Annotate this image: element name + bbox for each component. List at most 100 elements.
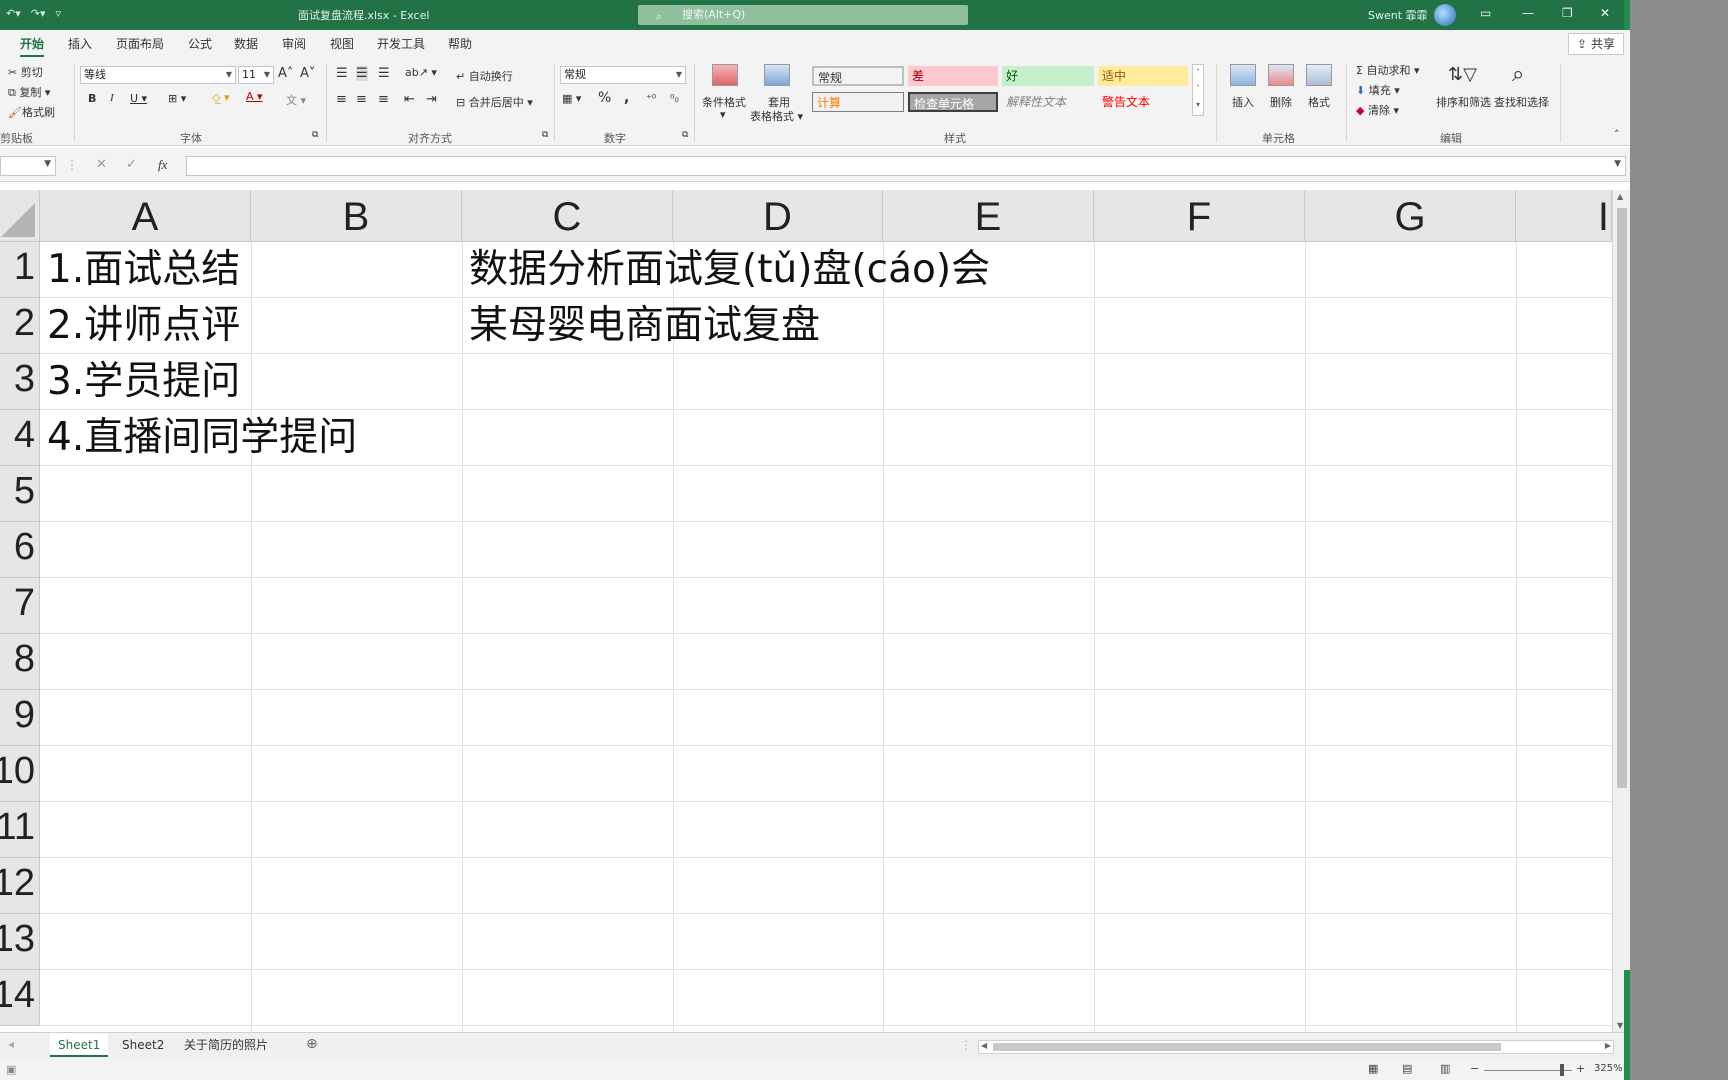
style-warning[interactable]: 警告文本: [1098, 92, 1188, 112]
column-header-i[interactable]: I: [1516, 190, 1612, 242]
column-header-e[interactable]: E: [883, 190, 1094, 242]
cell-a2[interactable]: 2.讲师点评: [40, 301, 240, 351]
scroll-right-icon[interactable]: ▶: [1605, 1041, 1611, 1050]
orientation-icon[interactable]: ab↗ ▾: [405, 66, 437, 79]
row-header-13[interactable]: 13: [0, 914, 40, 970]
merge-center-button[interactable]: ⊟ 合并后居中 ▾: [456, 94, 533, 110]
avatar[interactable]: [1434, 4, 1456, 26]
insert-function-button[interactable]: fx: [158, 157, 167, 173]
column-header-a[interactable]: A: [40, 190, 251, 242]
increase-indent-icon[interactable]: ⇥: [426, 92, 437, 107]
accounting-format-icon[interactable]: ▦ ▾: [562, 92, 581, 105]
worksheet-grid[interactable]: A B C D E F G I 1 2 3 4 5 6 7 8 9 10 11 …: [0, 190, 1612, 1032]
font-color-icon[interactable]: A ▾: [246, 90, 263, 103]
name-box[interactable]: ▼: [0, 156, 56, 176]
increase-decimal-icon[interactable]: ⁺⁰: [646, 92, 656, 105]
style-calculation[interactable]: 计算: [812, 92, 904, 112]
row-header-8[interactable]: 8: [0, 634, 40, 690]
italic-button[interactable]: I: [110, 92, 114, 104]
format-painter-button[interactable]: 🖌格式刷: [8, 104, 55, 120]
style-normal[interactable]: 常规: [812, 66, 904, 86]
style-good[interactable]: 好: [1002, 66, 1094, 86]
zoom-in-icon[interactable]: +: [1576, 1062, 1585, 1075]
ribbon-display-icon[interactable]: ▭: [1480, 6, 1491, 20]
find-icon[interactable]: ⌕: [1512, 62, 1524, 87]
row-header-7[interactable]: 7: [0, 578, 40, 634]
tab-help[interactable]: 帮助: [448, 35, 472, 52]
tab-view[interactable]: 视图: [330, 35, 354, 52]
cell-a1[interactable]: 1.面试总结: [40, 245, 240, 295]
row-header-6[interactable]: 6: [0, 522, 40, 578]
phonetic-icon[interactable]: 文 ▾: [286, 92, 306, 108]
column-header-b[interactable]: B: [251, 190, 462, 242]
align-top-icon[interactable]: ☰: [336, 66, 348, 81]
format-cells-button[interactable]: 格式: [1308, 94, 1330, 110]
cell-c2[interactable]: 某母婴电商面试复盘: [462, 301, 820, 351]
column-header-f[interactable]: F: [1094, 190, 1305, 242]
align-middle-icon[interactable]: ☰: [356, 66, 368, 81]
customize-qa-icon[interactable]: ▿: [56, 7, 62, 20]
align-bottom-icon[interactable]: ☰: [378, 66, 390, 81]
cell-c1[interactable]: 数据分析面试复(tǔ)盘(cáo)会: [462, 245, 990, 295]
cut-button[interactable]: ✂ 剪切: [8, 64, 43, 80]
tab-developer[interactable]: 开发工具: [377, 35, 425, 52]
align-right-icon[interactable]: ≡: [378, 92, 389, 107]
normal-view-icon[interactable]: ▦: [1368, 1062, 1378, 1075]
row-header-2[interactable]: 2: [0, 298, 40, 354]
row-header-10[interactable]: 10: [0, 746, 40, 802]
cancel-icon[interactable]: ✕: [96, 157, 107, 172]
style-neutral[interactable]: 适中: [1098, 66, 1188, 86]
conditional-format-icon[interactable]: [712, 64, 738, 86]
underline-button[interactable]: U ▾: [130, 92, 147, 105]
column-header-d[interactable]: D: [673, 190, 883, 242]
sheet-tab-3[interactable]: 关于简历的照片: [176, 1033, 276, 1057]
comma-style-icon[interactable]: ,: [624, 90, 629, 106]
tab-review[interactable]: 审阅: [282, 35, 306, 52]
row-header-3[interactable]: 3: [0, 354, 40, 410]
redo-icon[interactable]: ↷▾: [31, 7, 46, 20]
close-icon[interactable]: ✕: [1600, 6, 1610, 20]
tab-insert[interactable]: 插入: [68, 35, 92, 52]
fill-button[interactable]: ⬇ 填充 ▾: [1356, 82, 1400, 98]
select-all-button[interactable]: [0, 190, 40, 242]
increase-font-icon[interactable]: A˄: [278, 66, 293, 81]
bold-button[interactable]: B: [88, 92, 96, 105]
cell-a4[interactable]: 4.直播间同学提问: [40, 413, 357, 463]
dialog-launcher-icon[interactable]: ⧉: [312, 130, 318, 140]
row-header-1[interactable]: 1: [0, 242, 40, 298]
page-layout-view-icon[interactable]: ▤: [1402, 1062, 1412, 1075]
page-break-view-icon[interactable]: ▥: [1440, 1062, 1450, 1075]
autosum-button[interactable]: Σ 自动求和 ▾: [1356, 62, 1419, 78]
delete-cells-icon[interactable]: [1268, 64, 1294, 86]
align-left-icon[interactable]: ≡: [336, 92, 347, 107]
format-cells-icon[interactable]: [1306, 64, 1332, 86]
tab-data[interactable]: 数据: [234, 35, 258, 52]
collapse-ribbon-icon[interactable]: ˄: [1614, 128, 1620, 141]
column-header-c[interactable]: C: [462, 190, 673, 242]
column-header-g[interactable]: G: [1305, 190, 1516, 242]
align-center-icon[interactable]: ≡: [356, 92, 367, 107]
font-size-select[interactable]: 11 ▼: [238, 66, 274, 84]
number-format-select[interactable]: 常规 ▼: [560, 66, 686, 84]
minimize-icon[interactable]: —: [1522, 6, 1534, 20]
table-format-button[interactable]: 表格格式 ▾: [750, 108, 803, 124]
macro-record-icon[interactable]: ▣: [6, 1063, 16, 1076]
insert-cells-button[interactable]: 插入: [1232, 94, 1254, 110]
scroll-left-icon[interactable]: ◀: [981, 1041, 987, 1050]
sort-filter-icon[interactable]: ⇅▽: [1448, 64, 1477, 85]
tab-formulas[interactable]: 公式: [188, 35, 212, 52]
restore-icon[interactable]: ❐: [1562, 6, 1573, 20]
styles-gallery-scroll[interactable]: ˄ ˅ ▾: [1192, 64, 1204, 116]
search-box[interactable]: ⌕ 搜索(Alt+Q): [638, 5, 968, 25]
row-header-9[interactable]: 9: [0, 690, 40, 746]
style-explanatory[interactable]: 解释性文本: [1002, 92, 1094, 112]
style-check-cell[interactable]: 检查单元格: [908, 92, 998, 112]
decrease-decimal-icon[interactable]: ⁰₀: [670, 92, 679, 105]
vertical-scrollbar[interactable]: ▲ ▼: [1612, 190, 1630, 1032]
row-header-5[interactable]: 5: [0, 466, 40, 522]
dialog-launcher-icon[interactable]: ⧉: [542, 130, 548, 140]
row-header-14[interactable]: 14: [0, 970, 40, 1026]
horizontal-scroll-thumb[interactable]: [993, 1043, 1501, 1051]
row-header-4[interactable]: 4: [0, 410, 40, 466]
sheet-tab-1[interactable]: Sheet1: [50, 1033, 109, 1057]
